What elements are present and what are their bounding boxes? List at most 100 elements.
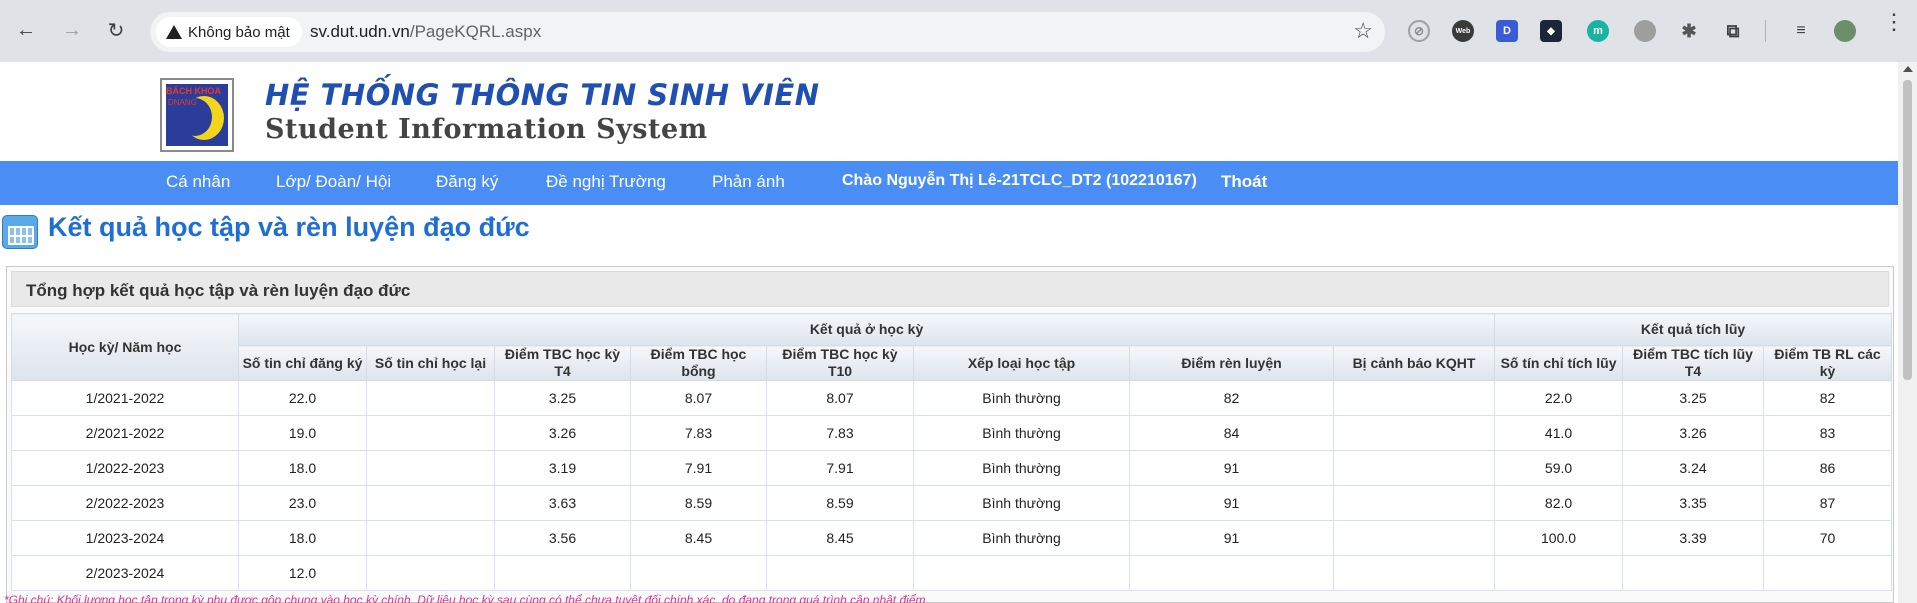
- table-cell: 1/2022-2023: [11, 450, 239, 486]
- table-cell: [1332, 380, 1496, 416]
- table-cell: 3.19: [494, 450, 631, 486]
- table-cell: 86: [1763, 450, 1893, 486]
- coconut-ext-icon[interactable]: [1634, 20, 1656, 42]
- m-ext-icon[interactable]: m: [1587, 20, 1609, 42]
- url-host: sv.dut.udn.vn: [310, 22, 410, 41]
- table-cell: 70: [1763, 520, 1893, 556]
- table-cell: Bình thường: [913, 485, 1130, 521]
- table-cell: [366, 380, 495, 416]
- compass-ext-icon[interactable]: ⊘: [1408, 20, 1430, 42]
- toolbar-divider: [1765, 20, 1766, 42]
- table-cell: [366, 520, 495, 556]
- header-group-semester: Kết quả ở học kỳ: [237, 313, 1496, 346]
- table-cell: 7.83: [766, 415, 914, 451]
- table-cell: 3.25: [494, 380, 631, 416]
- table-cell: 3.56: [494, 520, 631, 556]
- scroll-up-icon[interactable]: [1903, 66, 1913, 72]
- header-conduct-score: Điểm rèn luyện: [1129, 345, 1334, 381]
- forward-arrow-icon[interactable]: →: [58, 16, 86, 44]
- header-cumulative-gpa-t4: Điểm TBC tích lũy T4: [1622, 345, 1765, 381]
- table-cell: [766, 555, 914, 591]
- table-cell: [630, 555, 767, 591]
- media-control-icon[interactable]: ≡: [1790, 20, 1812, 42]
- table-cell: 82: [1129, 380, 1334, 416]
- logo-side-text: DNANG: [168, 98, 197, 107]
- table-cell: 3.39: [1622, 520, 1765, 556]
- nav-item-school-request[interactable]: Đề nghị Trường: [546, 172, 666, 192]
- table-cell: 2/2021-2022: [11, 415, 239, 451]
- table-cell: [1332, 520, 1496, 556]
- school-logo: BÁCH KHOA DNANG: [160, 78, 234, 152]
- table-cell: [494, 555, 631, 591]
- table-cell: 82: [1763, 380, 1893, 416]
- nav-item-personal[interactable]: Cá nhân: [166, 172, 230, 192]
- table-cell: 8.45: [766, 520, 914, 556]
- back-arrow-icon[interactable]: ←: [12, 16, 40, 44]
- table-cell: [913, 555, 1130, 591]
- main-navbar: Cá nhân Lớp/ Đoàn/ Hội Đăng ký Đề nghị T…: [0, 161, 1898, 205]
- table-cell: 3.24: [1622, 450, 1765, 486]
- table-cell: 2/2022-2023: [11, 485, 239, 521]
- address-bar[interactable]: Không bảo mật sv.dut.udn.vn/PageKQRL.asp…: [150, 12, 1385, 52]
- table-cell: Bình thường: [913, 415, 1130, 451]
- table-cell: 8.59: [630, 485, 767, 521]
- table-cell: 3.26: [494, 415, 631, 451]
- security-chip[interactable]: Không bảo mật: [156, 17, 302, 47]
- panel-header: Tổng hợp kết quả học tập và rèn luyện đạ…: [11, 271, 1889, 307]
- nav-item-register[interactable]: Đăng ký: [436, 172, 498, 192]
- table-cell: 8.07: [766, 380, 914, 416]
- web-ext-icon[interactable]: Web: [1452, 20, 1474, 42]
- header-credits-retake: Số tin chỉ học lại: [366, 345, 495, 381]
- bug-ext-icon[interactable]: ✱: [1678, 20, 1700, 42]
- url-text[interactable]: sv.dut.udn.vn/PageKQRL.aspx: [310, 22, 541, 42]
- browser-menu-icon[interactable]: ⋮: [1883, 11, 1905, 33]
- extensions-puzzle-icon[interactable]: ⧉: [1722, 20, 1744, 42]
- table-cell: [1763, 555, 1893, 591]
- logout-link[interactable]: Thoát: [1221, 172, 1267, 192]
- web-page: BÁCH KHOA DNANG HỆ THỐNG THÔNG TIN SINH …: [0, 62, 1898, 603]
- table-cell: 22.0: [238, 380, 367, 416]
- table-cell: [1622, 555, 1765, 591]
- footnote: *Ghi chú: Khối lượng học tập trong kỳ ph…: [4, 593, 929, 603]
- page-title: Kết quả học tập và rèn luyện đạo đức: [48, 212, 530, 242]
- table-cell: [1129, 555, 1334, 591]
- table-cell: [366, 485, 495, 521]
- results-panel: Tổng hợp kết quả học tập và rèn luyện đạ…: [6, 266, 1894, 603]
- header-avg-conduct: Điểm TB RL các kỳ: [1763, 345, 1893, 381]
- results-table: Học kỳ/ Năm học Kết quả ở học kỳ Kết quả…: [11, 313, 1893, 591]
- header-group-cumulative: Kết quả tích lũy: [1494, 313, 1893, 346]
- table-cell: 87: [1763, 485, 1893, 521]
- table-cell: [1332, 555, 1496, 591]
- profile-avatar[interactable]: [1834, 20, 1856, 42]
- table-cell: 2/2023-2024: [11, 555, 239, 591]
- table-cell: 12.0: [238, 555, 367, 591]
- table-cell: 18.0: [238, 520, 367, 556]
- scroll-thumb[interactable]: [1903, 80, 1912, 380]
- header-gpa-t10: Điểm TBC học kỳ T10: [766, 345, 914, 381]
- nav-item-feedback[interactable]: Phản ánh: [712, 172, 785, 192]
- header-credits-registered: Số tin chỉ đăng ký: [238, 345, 367, 381]
- hex-ext-icon[interactable]: ◆: [1540, 20, 1562, 42]
- table-cell: Bình thường: [913, 450, 1130, 486]
- header-semester: Học kỳ/ Năm học: [11, 313, 239, 381]
- table-cell: [366, 415, 495, 451]
- table-row: 2/2021-2022 19.0 3.26 7.83 7.83 Bình thường 84…: [11, 415, 1893, 451]
- table-row: 2/2023-2024 12.0: [11, 555, 1893, 591]
- bookmark-star-icon[interactable]: ☆: [1353, 18, 1373, 44]
- table-cell: 23.0: [238, 485, 367, 521]
- table-cell: 8.59: [766, 485, 914, 521]
- table-cell: Bình thường: [913, 380, 1130, 416]
- table-cell: 19.0: [238, 415, 367, 451]
- table-cell: [1332, 485, 1496, 521]
- table-row: 1/2022-2023 18.0 3.19 7.91 7.91 Bình thường 91…: [11, 450, 1893, 486]
- nav-item-class-union[interactable]: Lớp/ Đoàn/ Hội: [276, 172, 391, 192]
- warning-icon: [166, 25, 182, 39]
- table-cell: [366, 450, 495, 486]
- page-scrollbar[interactable]: [1898, 62, 1917, 603]
- user-greeting: Chào Nguyễn Thị Lê-21TCLC_DT2 (102210167…: [842, 172, 1197, 189]
- reload-icon[interactable]: ↻: [102, 16, 130, 44]
- browser-toolbar: ← → ↻ Không bảo mật sv.dut.udn.vn/PageKQ…: [0, 0, 1917, 62]
- table-cell: 3.35: [1622, 485, 1765, 521]
- table-cell: Bình thường: [913, 520, 1130, 556]
- d-ext-icon[interactable]: D: [1496, 20, 1518, 42]
